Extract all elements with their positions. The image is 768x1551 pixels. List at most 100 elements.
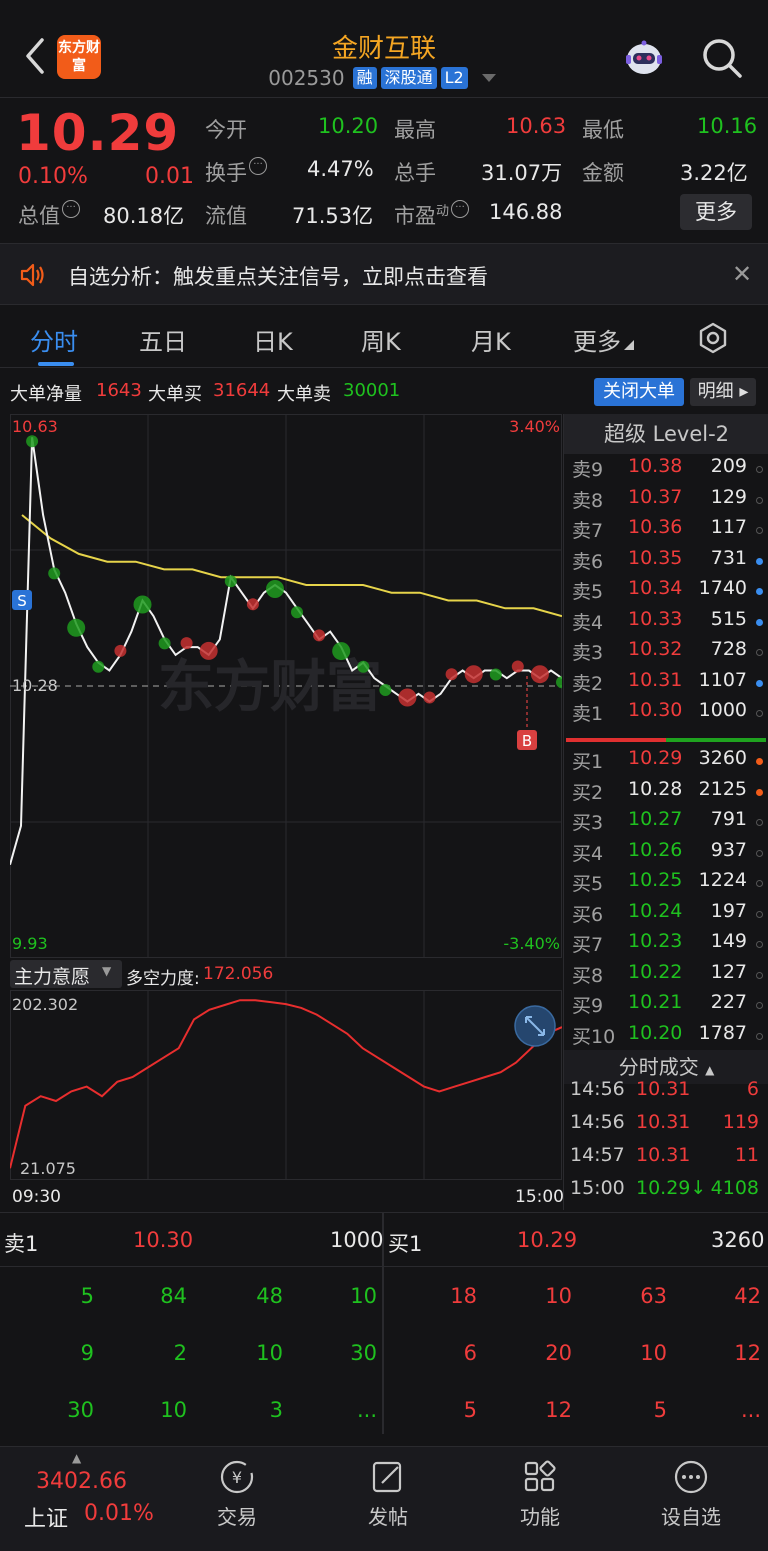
bid-row[interactable]: 买4 10.26 937 (564, 839, 768, 869)
bid-row[interactable]: 买5 10.25 1224 (564, 869, 768, 899)
close-icon[interactable]: ✕ (732, 260, 752, 288)
close-big-order-button[interactable]: 关闭大单 (594, 378, 684, 406)
level-label: 买1 (572, 751, 604, 773)
level-label: 买2 (572, 781, 604, 804)
ask-row[interactable]: 卖4 10.33 515 (564, 608, 768, 638)
level-volume: 791 (710, 808, 747, 830)
more-button[interactable]: 更多 (680, 194, 752, 230)
level2-title[interactable]: 超级 Level-2 (564, 414, 768, 454)
indicator-chart[interactable]: 202.302 21.075 (10, 990, 562, 1180)
robot-assistant-icon[interactable] (622, 38, 666, 78)
nav-trade[interactable]: ¥ 交易 (182, 1459, 292, 1530)
grid-icon (524, 1460, 556, 1492)
order-dot (224, 575, 237, 588)
order-dot (464, 665, 483, 684)
big-sell-label: 大单卖 (277, 384, 331, 405)
queue-cell: 6 (463, 1341, 477, 1365)
info-icon[interactable]: ··· (62, 200, 80, 218)
level-price: 10.35 (628, 546, 683, 569)
big-sell-value: 30001 (343, 380, 401, 401)
search-icon[interactable] (700, 36, 744, 80)
dropdown-icon: ▼ (102, 964, 112, 978)
nav-features[interactable]: 功能 (485, 1459, 595, 1530)
level-volume: 117 (710, 516, 747, 538)
order-dot-icon (756, 819, 763, 826)
b-marker[interactable]: B (517, 676, 537, 750)
level-volume: 2125 (698, 777, 747, 800)
turnover-label[interactable]: 换手 ··· (205, 157, 267, 187)
speaker-icon (20, 263, 44, 287)
ask-row[interactable]: 卖6 10.35 731 (564, 547, 768, 577)
ask-row[interactable]: 卖2 10.31 1107 (564, 669, 768, 699)
tab-daily-k[interactable]: 日K (253, 322, 293, 357)
level-price: 10.26 (628, 838, 683, 861)
tab-five-day[interactable]: 五日 (139, 322, 187, 357)
info-icon[interactable]: ··· (249, 157, 267, 175)
expand-icon[interactable] (514, 1005, 556, 1047)
level-price: 10.30 (628, 699, 683, 721)
ask-row[interactable]: 卖3 10.32 728 (564, 638, 768, 668)
bid-row[interactable]: 买8 10.22 127 (564, 961, 768, 991)
order-dot-icon (756, 880, 763, 887)
detail-button[interactable]: 明细 ▸ (690, 378, 756, 406)
order-dot (26, 435, 39, 448)
gear-icon[interactable] (697, 322, 729, 354)
order-dot (266, 580, 284, 598)
intraday-chart[interactable]: 东方财富 S B 10.63 3.40% 10.28 9.93 -3.40% (10, 414, 562, 958)
tab-monthly-k[interactable]: 月K (471, 322, 511, 357)
s-marker[interactable]: S (12, 590, 32, 610)
nav-add-watchlist[interactable]: 设自选 (636, 1459, 746, 1530)
tab-more[interactable]: 更多 (573, 322, 634, 357)
big-net-label: 大单净量 (10, 384, 82, 405)
order-dot (246, 598, 259, 611)
level-label: 买6 (572, 903, 604, 926)
level-label: 卖7 (572, 520, 604, 542)
level-price: 10.25 (628, 869, 683, 891)
level-price: 10.24 (628, 899, 683, 922)
chart-tabs: 分时 五日 日K 周K 月K 更多 (0, 306, 768, 368)
mcap-label[interactable]: 总值 ··· (18, 200, 80, 230)
ask-row[interactable]: 卖5 10.34 1740 (564, 577, 768, 607)
book-divider (566, 738, 766, 742)
order-dot (332, 642, 351, 661)
indicator-value: 172.056 (203, 964, 274, 984)
info-icon[interactable]: ··· (451, 200, 470, 218)
bid-row[interactable]: 买2 10.28 2125 (564, 778, 768, 808)
ask-row[interactable]: 卖9 10.38 209 (564, 455, 768, 485)
ask-row[interactable]: 卖7 10.36 117 (564, 516, 768, 546)
ask-row[interactable]: 卖8 10.37 129 (564, 486, 768, 516)
level-label: 买5 (572, 873, 604, 895)
pe-label[interactable]: 市盈动 ··· (394, 200, 470, 230)
bid-row[interactable]: 买9 10.21 227 (564, 991, 768, 1021)
level-label: 卖4 (572, 611, 604, 634)
bid-row[interactable]: 买3 10.27 791 (564, 808, 768, 838)
tab-weekly-k[interactable]: 周K (361, 322, 401, 357)
bid-row[interactable]: 买10 10.20 1787 (564, 1022, 768, 1052)
tick-row: 15:00 10.29↓ 4108 (564, 1177, 768, 1209)
order-dot-icon (756, 710, 763, 717)
level-price: 10.21 (628, 991, 683, 1013)
order-dot-icon (756, 618, 763, 626)
indicator-selector[interactable]: 主力意愿 ▼ (10, 960, 122, 988)
queue-cell: 30 (350, 1341, 377, 1365)
order-dot (379, 684, 392, 696)
order-dot-icon (756, 496, 763, 504)
level-volume: 728 (710, 638, 747, 660)
queue-cell: ... (356, 1398, 377, 1422)
trade-icon: ¥ (220, 1460, 254, 1494)
order-dot (48, 567, 61, 580)
ask-row[interactable]: 卖1 10.30 1000 (564, 699, 768, 729)
notice-text[interactable]: 自选分析：触发重点关注信号，立即点击查看 (68, 261, 488, 291)
bid-row[interactable]: 买6 10.24 197 (564, 900, 768, 930)
level-price: 10.37 (628, 485, 683, 508)
index-widget[interactable]: ▲ 3402.66 上证 0.01% (16, 1451, 176, 1545)
queue-cell: 18 (450, 1284, 477, 1308)
order-dot-icon (756, 1002, 763, 1009)
bid-row[interactable]: 买7 10.23 149 (564, 930, 768, 960)
tab-intraday[interactable]: 分时 (30, 322, 78, 357)
nav-post[interactable]: 发帖 (333, 1459, 443, 1530)
notice-bar[interactable]: 自选分析：触发重点关注信号，立即点击查看 ✕ (0, 243, 768, 305)
dropdown-icon[interactable] (478, 71, 500, 85)
bid-row[interactable]: 买1 10.29 3260 (564, 747, 768, 777)
queue-cell: 5 (80, 1284, 94, 1308)
